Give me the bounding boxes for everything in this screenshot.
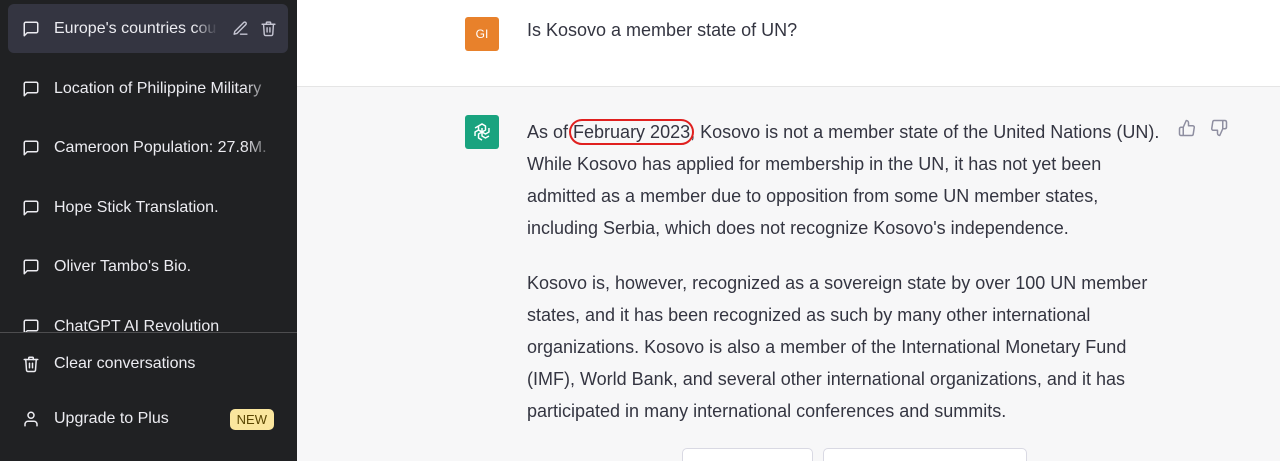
chat-bubble-icon <box>22 139 40 157</box>
thumbs-up-icon[interactable] <box>1178 119 1198 139</box>
conversation-item[interactable]: Cameroon Population: 27.8M. <box>8 123 288 172</box>
action-button-partial[interactable] <box>823 448 1027 461</box>
user-icon <box>22 410 40 428</box>
chat-app: Europe's countries cou Location of Phili… <box>0 0 1280 461</box>
openai-logo-icon <box>465 115 499 149</box>
pencil-icon[interactable] <box>230 19 250 39</box>
clear-conversations-button[interactable]: Clear conversations <box>8 341 288 387</box>
conversation-title: Cameroon Population: 27.8M. <box>54 138 267 156</box>
chat-main: GI Is Kosovo a member state of UN? As of… <box>297 0 1280 461</box>
clear-conversations-label: Clear conversations <box>54 355 196 372</box>
chat-bubble-icon <box>22 20 40 38</box>
conversation-list: Europe's countries cou Location of Phili… <box>0 0 297 332</box>
conversation-title: Hope Stick Translation. <box>54 198 219 216</box>
assistant-message-text: As of February 2023, Kosovo is not a mem… <box>527 116 1167 450</box>
user-avatar: GI <box>465 17 499 51</box>
user-message-text: Is Kosovo a member state of UN? <box>527 20 798 40</box>
regenerate-button-partial[interactable] <box>682 448 813 461</box>
paragraph-1-prefix: As of <box>527 122 574 142</box>
conversation-title: Oliver Tambo's Bio. <box>54 257 192 275</box>
upgrade-to-plus-button[interactable]: Upgrade to Plus NEW <box>8 396 288 442</box>
conversation-title: ChatGPT AI Revolution <box>54 317 220 333</box>
conversation-item[interactable]: Oliver Tambo's Bio. <box>8 242 288 291</box>
new-badge: NEW <box>229 408 274 430</box>
chat-bubble-icon <box>22 199 40 217</box>
trash-icon[interactable] <box>258 19 278 39</box>
conversation-item[interactable]: Hope Stick Translation. <box>8 183 288 232</box>
conversation-title: Europe's countries cou <box>54 19 217 37</box>
conversation-item[interactable]: ChatGPT AI Revolution <box>8 302 288 332</box>
user-message: GI Is Kosovo a member state of UN? <box>297 0 1280 87</box>
conversation-actions <box>230 19 278 39</box>
chat-bubble-icon <box>22 258 40 276</box>
highlighted-date: February 2023 <box>569 119 695 145</box>
assistant-paragraph-1: As of February 2023, Kosovo is not a mem… <box>527 116 1167 244</box>
conversation-title: Location of Philippine Military <box>54 79 262 97</box>
conversation-item-active[interactable]: Europe's countries cou <box>8 4 288 53</box>
feedback-buttons <box>1178 119 1230 139</box>
trash-icon <box>22 355 40 373</box>
chat-bubble-icon <box>22 80 40 98</box>
chat-bubble-icon <box>22 318 40 332</box>
upgrade-label: Upgrade to Plus <box>54 410 169 427</box>
conversation-item[interactable]: Location of Philippine Military <box>8 64 288 113</box>
sidebar-bottom: Clear conversations Upgrade to Plus NEW <box>0 332 297 461</box>
thumbs-down-icon[interactable] <box>1210 119 1230 139</box>
sidebar: Europe's countries cou Location of Phili… <box>0 0 297 461</box>
assistant-message: As of February 2023, Kosovo is not a mem… <box>297 87 1280 461</box>
assistant-paragraph-2: Kosovo is, however, recognized as a sove… <box>527 273 1148 421</box>
